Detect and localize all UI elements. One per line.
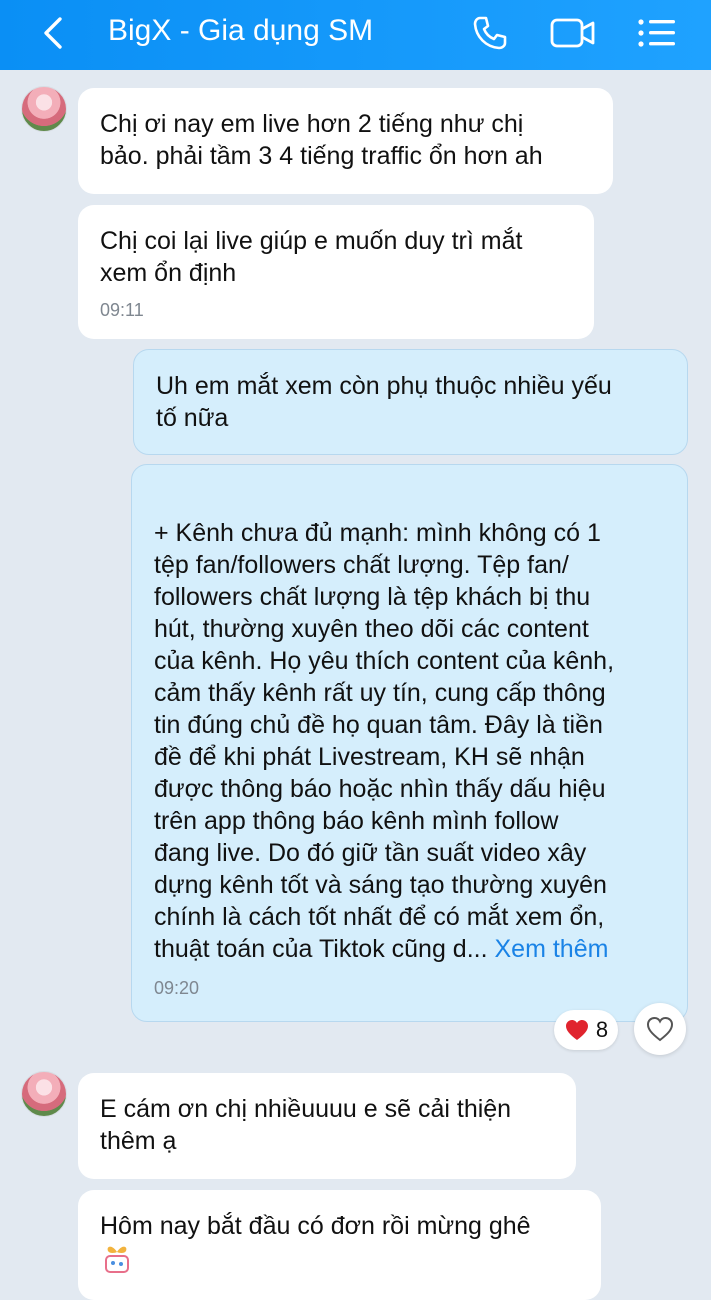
chat-title[interactable]: BigX - Gia dụng SM	[108, 13, 373, 49]
reaction-summary[interactable]: 8	[554, 1010, 618, 1050]
message-body: + Kênh chưa đủ mạnh: mình không có 1 tệp…	[154, 519, 615, 963]
message-bubble[interactable]: Hôm nay bắt đầu có đơn rồi mừng ghê	[78, 1190, 601, 1300]
video-call-button[interactable]	[546, 10, 600, 56]
see-more-link[interactable]: Xem thêm	[495, 935, 609, 963]
message-time: 09:11	[100, 300, 144, 320]
message-text: + Kênh chưa đủ mạnh: mình không có 1 tệp…	[154, 517, 665, 965]
call-button[interactable]	[465, 10, 515, 56]
message-bubble[interactable]: Chị ơi nay em live hơn 2 tiếng như chị b…	[78, 88, 613, 194]
message-text: E cám ơn chị nhiềuuuu e sẽ cải thiện thê…	[100, 1095, 512, 1155]
message-bubble[interactable]: Chị coi lại live giúp e muốn duy trì mắt…	[78, 205, 594, 339]
message-bubble[interactable]: E cám ơn chị nhiềuuuu e sẽ cải thiện thê…	[78, 1073, 576, 1179]
chat-header: BigX - Gia dụng SM	[0, 0, 711, 70]
message-text: Chị ơi nay em live hơn 2 tiếng như chị b…	[100, 110, 543, 170]
message-bubble[interactable]: + Kênh chưa đủ mạnh: mình không có 1 tệp…	[131, 464, 688, 1022]
phone-icon	[473, 16, 507, 50]
menu-icon	[638, 19, 675, 47]
back-button[interactable]	[30, 10, 76, 56]
video-call-icon	[550, 18, 595, 48]
sticker-emoji	[100, 1244, 579, 1282]
message-text: Uh em mắt xem còn phụ thuộc nhiều yếu tố…	[156, 372, 612, 432]
contact-avatar[interactable]	[21, 1071, 67, 1117]
gift-sticker-icon	[105, 1246, 129, 1273]
back-icon	[44, 17, 62, 49]
contact-avatar[interactable]	[21, 86, 67, 132]
message-text: Hôm nay bắt đầu có đơn rồi mừng ghê	[100, 1212, 531, 1240]
react-button[interactable]	[634, 1003, 686, 1055]
menu-button[interactable]	[632, 10, 682, 56]
heart-icon	[565, 1020, 588, 1040]
message-text: Chị coi lại live giúp e muốn duy trì mắt…	[100, 227, 523, 287]
message-time: 09:20	[154, 978, 200, 998]
message-bubble[interactable]: Uh em mắt xem còn phụ thuộc nhiều yếu tố…	[133, 349, 688, 455]
heart-outline-icon	[646, 1016, 674, 1042]
reaction-count: 8	[595, 1017, 609, 1042]
